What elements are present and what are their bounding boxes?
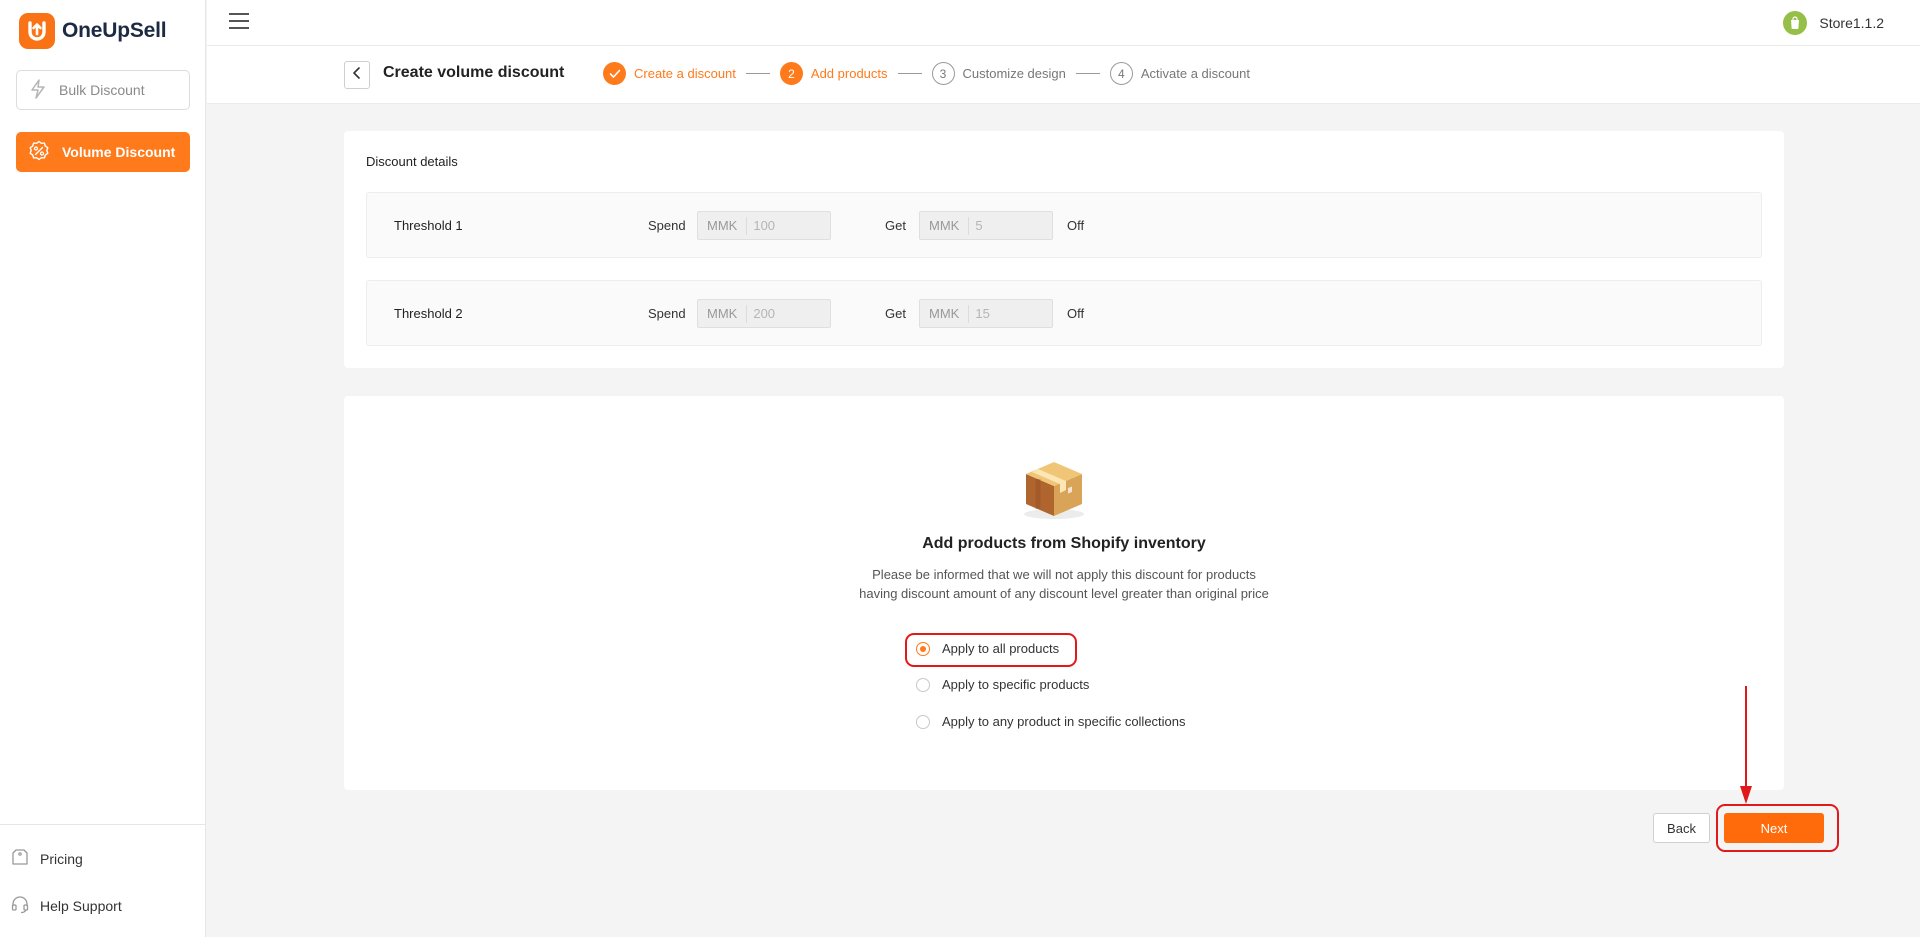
spend-value: 100	[753, 218, 776, 233]
back-arrow-button[interactable]	[344, 61, 370, 89]
off-label: Off	[1067, 306, 1085, 321]
chevron-left-icon	[352, 66, 362, 84]
threshold-name: Threshold 1	[394, 218, 463, 233]
store-name: Store1.1.2	[1819, 15, 1884, 31]
step-create-discount[interactable]: Create a discount	[603, 62, 736, 85]
check-icon	[603, 62, 626, 85]
tag-icon	[10, 847, 30, 870]
spend-input[interactable]: MMK 200	[697, 299, 831, 328]
sidebar-item-label: Bulk Discount	[59, 82, 145, 98]
get-value: 15	[975, 306, 990, 321]
step-customize-design[interactable]: 3 Customize design	[931, 62, 1066, 85]
sidebar-item-label: Volume Discount	[62, 144, 176, 160]
shopify-bag-icon	[1783, 11, 1808, 35]
products-description: Please be informed that we will not appl…	[344, 565, 1784, 603]
step-label: Add products	[810, 66, 888, 81]
spend-label: Spend	[648, 306, 686, 321]
threshold-row: Threshold 1 Spend MMK 100 Get MMK 5 Off	[366, 192, 1762, 258]
app-logo[interactable]: OneUpSell	[19, 13, 167, 49]
threshold-row: Threshold 2 Spend MMK 200 Get MMK 15 Off	[366, 280, 1762, 346]
headset-icon	[10, 894, 30, 917]
spend-label: Spend	[648, 218, 686, 233]
radio-label: Apply to specific products	[942, 677, 1090, 692]
currency-prefix: MMK	[698, 304, 748, 323]
sidebar: OneUpSell Bulk Discount Volume Discount …	[0, 0, 206, 937]
currency-prefix: MMK	[920, 304, 970, 323]
step-label: Create a discount	[634, 66, 736, 81]
sidebar-item-pricing[interactable]: Pricing	[10, 847, 83, 870]
sidebar-item-bulk-discount[interactable]: Bulk Discount	[16, 70, 190, 110]
step-connector	[745, 73, 770, 74]
step-label: Activate a discount	[1140, 66, 1250, 81]
menu-toggle-icon[interactable]	[229, 13, 249, 31]
sidebar-item-volume-discount[interactable]: Volume Discount	[16, 132, 190, 172]
get-label: Get	[885, 306, 906, 321]
oneupsell-logo-icon	[19, 13, 55, 49]
step-connector	[897, 73, 922, 74]
step-label: Customize design	[962, 66, 1066, 81]
radio-button[interactable]	[916, 714, 930, 729]
get-input[interactable]: MMK 15	[919, 299, 1053, 328]
get-input[interactable]: MMK 5	[919, 211, 1053, 240]
threshold-name: Threshold 2	[394, 306, 463, 321]
spend-value: 200	[753, 306, 776, 321]
description-line: having discount amount of any discount l…	[859, 586, 1269, 601]
get-label: Get	[885, 218, 906, 233]
annotation-arrow-down-icon	[1740, 686, 1752, 809]
back-button[interactable]: Back	[1653, 813, 1710, 843]
get-value: 5	[975, 218, 983, 233]
description-line: Please be informed that we will not appl…	[872, 567, 1256, 582]
page-title: Create volume discount	[383, 64, 565, 81]
products-heading: Add products from Shopify inventory	[922, 535, 1206, 552]
radio-apply-specific-collections[interactable]: Apply to any product in specific collect…	[916, 714, 1186, 729]
sidebar-item-label: Pricing	[40, 850, 83, 867]
currency-prefix: MMK	[920, 216, 970, 235]
sidebar-divider	[0, 824, 206, 825]
off-label: Off	[1067, 218, 1085, 233]
add-products-card: Add products from Shopify inventory Plea…	[344, 396, 1784, 790]
discount-details-card: Discount details Threshold 1 Spend MMK 1…	[344, 131, 1784, 368]
radio-button[interactable]	[916, 677, 930, 692]
store-menu[interactable]: Store1.1.2	[1783, 11, 1884, 35]
step-add-products[interactable]: 2 Add products	[779, 62, 888, 85]
highlight-box-apply-all	[905, 633, 1077, 667]
currency-prefix: MMK	[698, 216, 748, 235]
topbar: Store1.1.2	[207, 0, 1920, 46]
radio-label: Apply to any product in specific collect…	[942, 714, 1186, 729]
step-number: 2	[779, 62, 803, 85]
radio-apply-specific-products[interactable]: Apply to specific products	[916, 677, 1089, 692]
step-header: Create volume discount Create a discount…	[207, 46, 1920, 104]
sidebar-item-help-support[interactable]: Help Support	[10, 894, 122, 917]
step-connector	[1075, 73, 1100, 74]
lightning-icon	[29, 78, 47, 102]
percent-badge-icon	[28, 140, 50, 165]
step-number: 3	[931, 62, 955, 85]
stepper: Create a discount 2 Add products 3 Custo…	[603, 62, 1250, 85]
card-title: Discount details	[366, 154, 458, 169]
spend-input[interactable]: MMK 100	[697, 211, 831, 240]
step-activate-discount[interactable]: 4 Activate a discount	[1109, 62, 1250, 85]
step-number: 4	[1109, 62, 1133, 85]
package-box-icon	[1016, 452, 1096, 525]
app-name: OneUpSell	[62, 19, 167, 42]
sidebar-item-label: Help Support	[40, 897, 122, 914]
highlight-box-next	[1716, 804, 1839, 852]
